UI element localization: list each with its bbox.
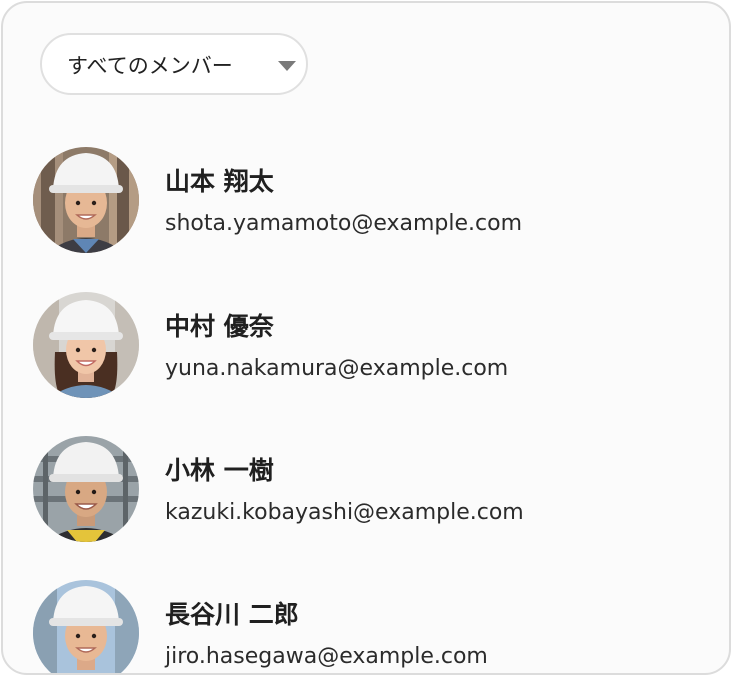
member-name: 長谷川 二郎 — [165, 600, 299, 629]
member-filter-label: すべてのメンバー — [67, 54, 233, 78]
member-email: yuna.nakamura@example.com — [165, 356, 509, 381]
member-item[interactable]: 山本 翔太 shota.yamamoto@example.com — [33, 147, 693, 255]
member-item[interactable]: 長谷川 二郎 jiro.hasegawa@example.com — [33, 580, 693, 673]
member-item[interactable]: 小林 一樹 kazuki.kobayashi@example.com — [33, 436, 693, 544]
member-name: 小林 一樹 — [165, 456, 274, 485]
chevron-down-icon — [278, 61, 296, 71]
member-name: 山本 翔太 — [165, 167, 274, 196]
member-filter-dropdown[interactable]: すべてのメンバー — [40, 33, 308, 95]
avatar — [33, 436, 139, 542]
member-email: shota.yamamoto@example.com — [165, 211, 523, 236]
member-item[interactable]: 中村 優奈 yuna.nakamura@example.com — [33, 292, 693, 400]
avatar — [33, 580, 139, 673]
member-email: jiro.hasegawa@example.com — [165, 644, 488, 669]
member-email: kazuki.kobayashi@example.com — [165, 500, 524, 525]
avatar — [33, 292, 139, 398]
member-name: 中村 優奈 — [165, 312, 274, 341]
member-list-panel: すべてのメンバー 山本 翔太 shota.yamamoto@example.co… — [1, 1, 731, 675]
avatar — [33, 147, 139, 253]
